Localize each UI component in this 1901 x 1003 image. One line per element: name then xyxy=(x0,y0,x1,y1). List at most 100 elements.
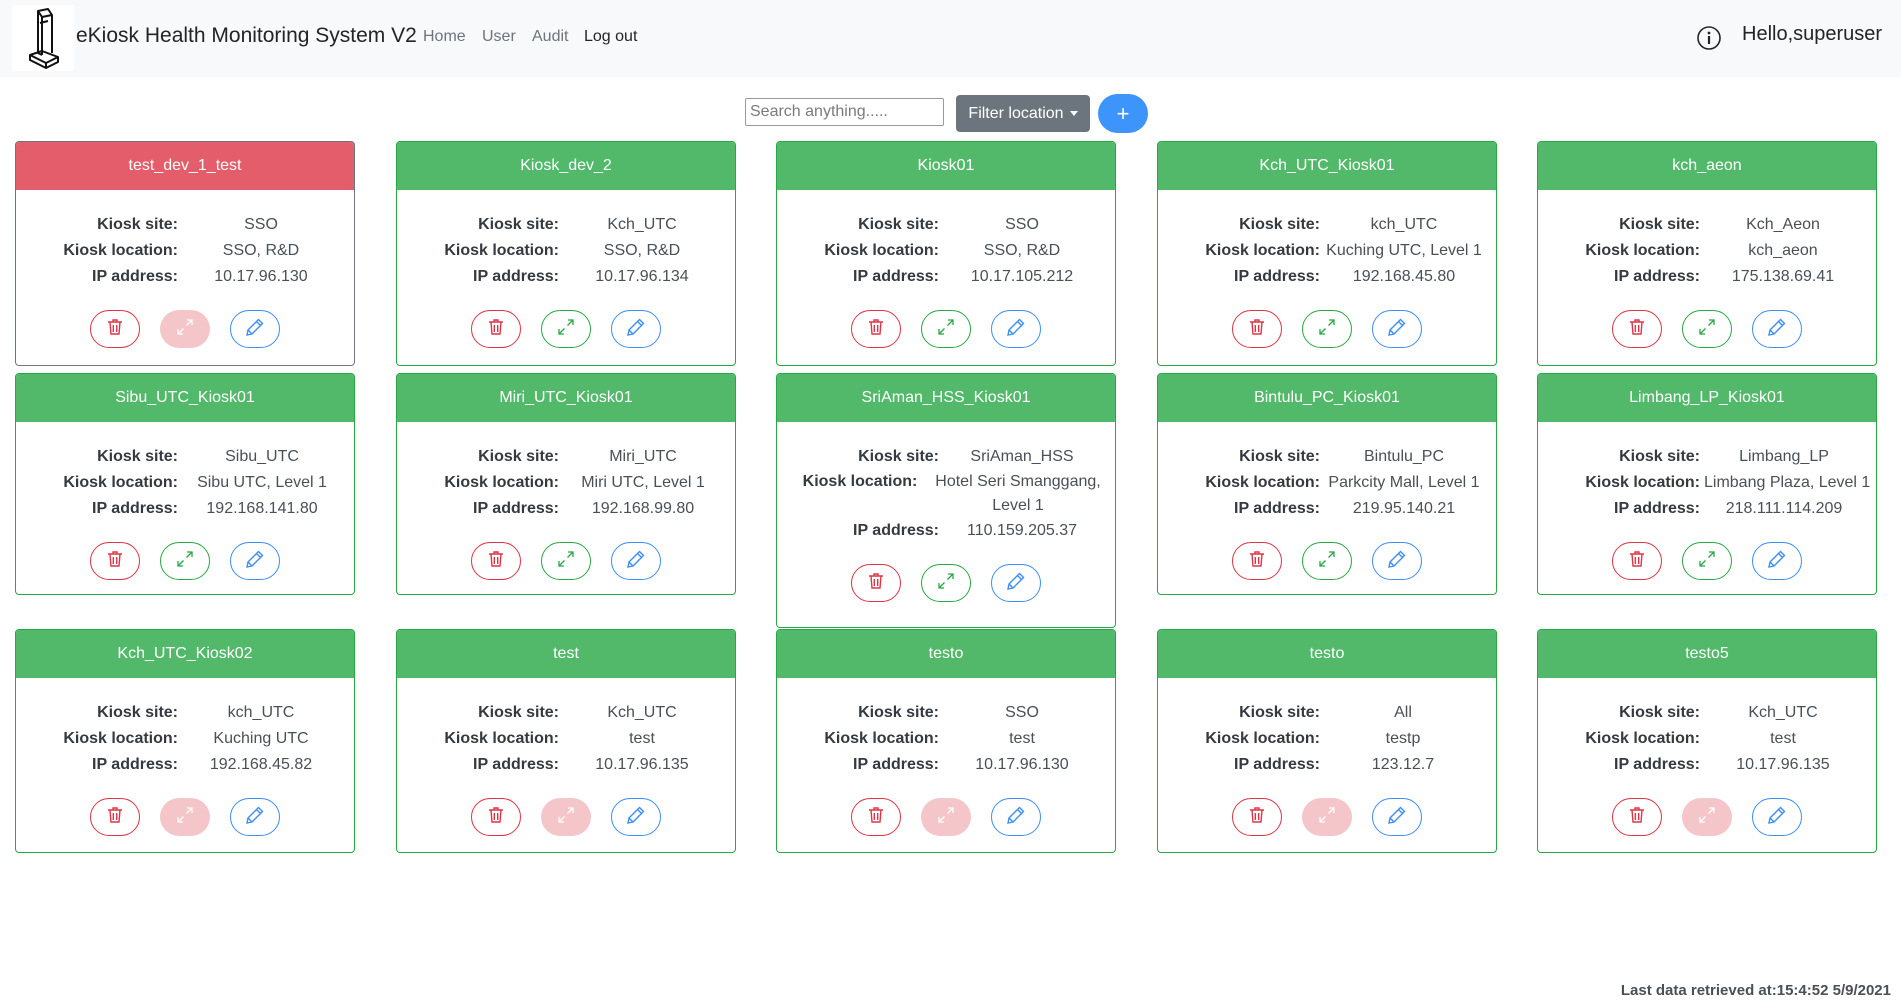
edit-kiosk-button[interactable] xyxy=(991,310,1041,348)
expand-icon xyxy=(1697,549,1717,574)
kiosk-location-label: Kiosk location: xyxy=(444,730,559,747)
kiosk-site-row: Kiosk site: All xyxy=(1158,700,1496,726)
kiosk-actions xyxy=(1538,310,1876,350)
delete-kiosk-button[interactable] xyxy=(90,310,140,348)
kiosk-details: Kiosk site: SriAman_HSS Kiosk location: Hot… xyxy=(777,422,1115,604)
kiosk-ip-row: IP address: 10.17.96.135 xyxy=(1538,752,1876,778)
kiosk-location-row: Kiosk location: Kuching UTC, Level 1 xyxy=(1158,238,1496,264)
expand-icon xyxy=(175,805,195,830)
edit-kiosk-button[interactable] xyxy=(1752,310,1802,348)
delete-kiosk-button[interactable] xyxy=(90,798,140,836)
app-title[interactable]: eKiosk Health Monitoring System V2 xyxy=(76,24,417,48)
nav-home[interactable]: Home xyxy=(423,28,466,46)
kiosk-details: Kiosk site: Kch_UTC Kiosk location: SSO, R&… xyxy=(397,190,735,350)
kiosk-site-label: Kiosk site: xyxy=(97,448,178,465)
delete-kiosk-button[interactable] xyxy=(1232,798,1282,836)
expand-kiosk-button[interactable] xyxy=(541,798,591,836)
kiosk-ip-label: IP address: xyxy=(473,268,559,285)
expand-kiosk-button[interactable] xyxy=(541,542,591,580)
kiosk-name: SriAman_HSS_Kiosk01 xyxy=(777,374,1115,422)
nav-user[interactable]: User xyxy=(482,28,516,46)
kiosk-details: Kiosk site: SSO Kiosk location: SSO, R&D IP … xyxy=(16,190,354,350)
expand-kiosk-button[interactable] xyxy=(921,798,971,836)
expand-kiosk-button[interactable] xyxy=(921,564,971,602)
edit-kiosk-button[interactable] xyxy=(230,310,280,348)
expand-icon xyxy=(936,317,956,342)
kiosk-card: Kiosk_dev_2 Kiosk site: Kch_UTC Kiosk locat… xyxy=(396,141,736,366)
kiosk-card: kch_aeon Kiosk site: Kch_Aeon Kiosk locatio… xyxy=(1537,141,1877,366)
delete-kiosk-button[interactable] xyxy=(851,798,901,836)
kiosk-ip-value: 10.17.96.135 xyxy=(595,756,689,773)
edit-kiosk-button[interactable] xyxy=(1752,798,1802,836)
kiosk-site-label: Kiosk site: xyxy=(1239,704,1320,721)
expand-kiosk-button[interactable] xyxy=(160,542,210,580)
kiosk-ip-label: IP address: xyxy=(1234,268,1320,285)
kiosk-logo-icon[interactable] xyxy=(12,5,74,71)
delete-kiosk-button[interactable] xyxy=(851,310,901,348)
search-input[interactable] xyxy=(745,98,944,126)
kiosk-ip-label: IP address: xyxy=(1234,756,1320,773)
edit-kiosk-button[interactable] xyxy=(1372,542,1422,580)
trash-icon xyxy=(1627,317,1647,342)
kiosk-site-row: Kiosk site: Kch_UTC xyxy=(397,212,735,238)
kiosk-ip-label: IP address: xyxy=(853,522,939,539)
add-kiosk-button[interactable]: + xyxy=(1098,94,1148,133)
edit-kiosk-button[interactable] xyxy=(230,798,280,836)
kiosk-ip-value: 192.168.99.80 xyxy=(591,500,695,517)
kiosk-ip-value: 175.138.69.41 xyxy=(1731,268,1835,285)
info-icon[interactable] xyxy=(1696,25,1722,51)
delete-kiosk-button[interactable] xyxy=(1232,310,1282,348)
expand-kiosk-button[interactable] xyxy=(1682,310,1732,348)
kiosk-ip-row: IP address: 110.159.205.37 xyxy=(777,518,1115,544)
kiosk-card: testo5 Kiosk site: Kch_UTC Kiosk location: t… xyxy=(1537,629,1877,853)
delete-kiosk-button[interactable] xyxy=(471,310,521,348)
kiosk-details: Kiosk site: Bintulu_PC Kiosk location: Park… xyxy=(1158,422,1496,582)
edit-kiosk-button[interactable] xyxy=(991,798,1041,836)
pencil-icon xyxy=(1767,549,1787,574)
kiosk-ip-label: IP address: xyxy=(473,500,559,517)
kiosk-location-value: Kuching UTC, Level 1 xyxy=(1326,242,1482,259)
kiosk-location-label: Kiosk location: xyxy=(63,242,178,259)
delete-kiosk-button[interactable] xyxy=(471,542,521,580)
expand-kiosk-button[interactable] xyxy=(1682,542,1732,580)
edit-kiosk-button[interactable] xyxy=(230,542,280,580)
expand-kiosk-button[interactable] xyxy=(160,798,210,836)
expand-kiosk-button[interactable] xyxy=(1302,798,1352,836)
kiosk-location-value: Hotel Seri Smanggang, Level 1 xyxy=(935,473,1101,514)
edit-kiosk-button[interactable] xyxy=(611,542,661,580)
edit-kiosk-button[interactable] xyxy=(991,564,1041,602)
edit-kiosk-button[interactable] xyxy=(1372,310,1422,348)
kiosk-location-value: test xyxy=(1770,730,1796,747)
kiosk-name: kch_aeon xyxy=(1538,142,1876,190)
delete-kiosk-button[interactable] xyxy=(90,542,140,580)
kiosk-actions xyxy=(397,542,735,582)
kiosk-details: Kiosk site: Miri_UTC Kiosk location: Miri U… xyxy=(397,422,735,582)
expand-kiosk-button[interactable] xyxy=(541,310,591,348)
delete-kiosk-button[interactable] xyxy=(851,564,901,602)
expand-kiosk-button[interactable] xyxy=(921,310,971,348)
edit-kiosk-button[interactable] xyxy=(1752,542,1802,580)
expand-kiosk-button[interactable] xyxy=(160,310,210,348)
edit-kiosk-button[interactable] xyxy=(1372,798,1422,836)
kiosk-actions xyxy=(16,542,354,582)
kiosk-site-row: Kiosk site: SSO xyxy=(777,212,1115,238)
delete-kiosk-button[interactable] xyxy=(471,798,521,836)
delete-kiosk-button[interactable] xyxy=(1612,798,1662,836)
delete-kiosk-button[interactable] xyxy=(1612,310,1662,348)
expand-icon xyxy=(1317,549,1337,574)
nav-logout[interactable]: Log out xyxy=(584,28,637,46)
expand-kiosk-button[interactable] xyxy=(1302,310,1352,348)
delete-kiosk-button[interactable] xyxy=(1232,542,1282,580)
edit-kiosk-button[interactable] xyxy=(611,798,661,836)
kiosk-ip-label: IP address: xyxy=(1234,500,1320,517)
edit-kiosk-button[interactable] xyxy=(611,310,661,348)
kiosk-actions xyxy=(777,564,1115,604)
nav-audit[interactable]: Audit xyxy=(532,28,568,46)
kiosk-location-row: Kiosk location: test xyxy=(397,726,735,752)
expand-kiosk-button[interactable] xyxy=(1682,798,1732,836)
kiosk-details: Kiosk site: kch_UTC Kiosk location: Kuching… xyxy=(16,678,354,838)
filter-location-button[interactable]: Filter location xyxy=(956,95,1090,132)
delete-kiosk-button[interactable] xyxy=(1612,542,1662,580)
expand-kiosk-button[interactable] xyxy=(1302,542,1352,580)
kiosk-site-value: SSO xyxy=(1005,704,1039,721)
